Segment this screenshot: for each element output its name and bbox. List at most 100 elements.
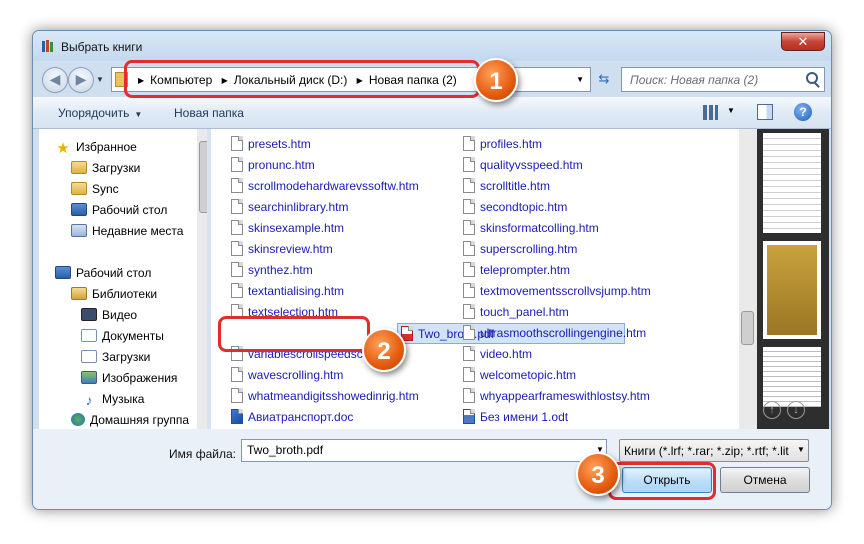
file-list-scrollbar-thumb[interactable] (741, 311, 754, 345)
cancel-button[interactable]: Отмена (720, 467, 810, 493)
file-name: Без имени 1.odt (480, 410, 569, 424)
file-list-scrollbar[interactable] (739, 129, 757, 429)
nav-item-libraries[interactable]: Библиотеки (71, 284, 157, 304)
step-marker-1: 1 (474, 58, 518, 102)
preview-page-thumbnail (763, 241, 821, 339)
nav-item-label: Рабочий стол (76, 266, 152, 280)
file-item[interactable]: skinsreview.htm (231, 239, 333, 260)
file-item[interactable]: wavescrolling.htm (231, 365, 343, 386)
nav-scrollbar-thumb[interactable] (199, 141, 207, 213)
file-item[interactable]: qualityvsspeed.htm (463, 155, 583, 176)
nav-item-label: Загрузки (92, 161, 141, 175)
nav-item-video[interactable]: Видео (81, 305, 137, 325)
html-file-icon (463, 262, 475, 277)
nav-item-favorites[interactable]: ★ Избранное (55, 137, 137, 157)
books-app-icon (42, 40, 53, 52)
title-bar: Выбрать книги ✕ (33, 31, 831, 61)
search-placeholder: Поиск: Новая папка (2) (630, 73, 759, 87)
filename-input[interactable]: Two_broth.pdf (241, 439, 607, 462)
file-item[interactable]: secondtopic.htm (463, 197, 567, 218)
file-item[interactable]: synthez.htm (231, 260, 313, 281)
nav-item-lib-downloads[interactable]: Загрузки (81, 347, 150, 367)
filetype-dropdown-icon[interactable]: ▼ (797, 445, 805, 454)
folder-icon (71, 182, 87, 195)
search-icon (806, 72, 818, 84)
file-item[interactable]: Без имени 1.odt (463, 407, 568, 428)
organize-button[interactable]: Упорядочить ▼ (58, 106, 142, 120)
file-item[interactable]: whatmeandigitsshowedinrig.htm (231, 386, 419, 407)
forward-button[interactable]: ▶ (68, 67, 94, 93)
file-name: searchinlibrary.htm (248, 200, 349, 214)
nav-item-label: Библиотеки (92, 287, 158, 301)
step-marker-3: 3 (576, 452, 620, 496)
file-item[interactable]: pronunc.htm (231, 155, 315, 176)
preview-pane-icon[interactable] (757, 104, 773, 120)
word-file-icon (231, 409, 243, 424)
desktop-icon (55, 266, 71, 279)
html-file-icon (463, 241, 475, 256)
help-button[interactable]: ? (794, 103, 812, 121)
close-button[interactable]: ✕ (781, 32, 825, 51)
file-item[interactable]: scrolltitle.htm (463, 176, 550, 197)
views-dropdown-icon[interactable]: ▼ (727, 106, 735, 115)
nav-item-homegroup[interactable]: Домашняя группа (71, 410, 189, 429)
file-item[interactable]: textantialising.htm (231, 281, 344, 302)
file-name: whyappearframeswithlostsy.htm (480, 389, 650, 403)
file-item[interactable]: welcometopic.htm (463, 365, 576, 386)
refresh-button[interactable]: ⇆ (593, 67, 615, 92)
html-file-icon (463, 220, 475, 235)
file-name: synthez.htm (248, 263, 313, 277)
nav-item-documents[interactable]: Документы (81, 326, 164, 346)
nav-item-desktop[interactable]: Рабочий стол (71, 200, 167, 220)
nav-item-recent-places[interactable]: Недавние места (71, 221, 183, 241)
new-folder-button[interactable]: Новая папка (174, 106, 244, 120)
music-icon: ♪ (85, 392, 93, 408)
file-item[interactable]: teleprompter.htm (463, 260, 570, 281)
nav-item-images[interactable]: Изображения (81, 368, 177, 388)
arrow-down-icon[interactable]: ↓ (787, 401, 805, 419)
html-file-icon (463, 199, 475, 214)
html-file-icon (231, 136, 243, 151)
file-item[interactable]: touch_panel.htm (463, 302, 569, 323)
address-dropdown-icon[interactable]: ▼ (576, 75, 584, 84)
nav-item-label: Избранное (76, 140, 137, 154)
file-name: superscrolling.htm (480, 242, 578, 256)
file-item[interactable]: searchinlibrary.htm (231, 197, 348, 218)
back-button[interactable]: ◀ (42, 67, 68, 93)
nav-item-downloads[interactable]: Загрузки (71, 158, 140, 178)
nav-item-desktop-root[interactable]: Рабочий стол (55, 263, 151, 283)
file-item[interactable]: skinsexample.htm (231, 218, 344, 239)
html-file-icon (231, 388, 243, 403)
file-name: qualityvsspeed.htm (480, 158, 583, 172)
nav-item-label: Документы (102, 329, 164, 343)
html-file-icon (231, 220, 243, 235)
arrow-up-icon[interactable]: ↑ (763, 401, 781, 419)
recent-locations-dropdown[interactable]: ▼ (96, 75, 104, 84)
file-item[interactable]: Авиатранспорт.doc (231, 407, 353, 428)
file-item[interactable]: whyappearframeswithlostsy.htm (463, 386, 650, 407)
preview-pane: ↑ ↓ (757, 129, 829, 429)
file-item[interactable]: skinsformatcolling.htm (463, 218, 599, 239)
filetype-select[interactable]: Книги (*.lrf; *.rar; *.zip; *.rtf; *.lit (619, 439, 809, 462)
nav-item-label: Рабочий стол (92, 203, 168, 217)
views-icon[interactable] (703, 105, 718, 120)
search-input[interactable]: Поиск: Новая папка (2) (621, 67, 825, 92)
html-file-icon (463, 136, 475, 151)
callout-address-highlight (124, 60, 480, 98)
file-item[interactable]: superscrolling.htm (463, 239, 577, 260)
nav-item-label: Изображения (102, 371, 178, 385)
file-item[interactable]: video.htm (463, 344, 532, 365)
file-item[interactable]: scrollmodehardwarevssoftw.htm (231, 176, 419, 197)
file-name: whatmeandigitsshowedinrig.htm (248, 389, 419, 403)
nav-item-label: Недавние места (92, 224, 184, 238)
filename-label: Имя файла: (169, 447, 236, 461)
file-item[interactable]: presets.htm (231, 134, 311, 155)
html-file-icon (463, 283, 475, 298)
nav-item-sync[interactable]: Sync (71, 179, 119, 199)
html-file-icon (231, 367, 243, 382)
nav-item-music[interactable]: ♪ Музыка (81, 389, 145, 409)
file-item[interactable]: textmovementsscrollvsjump.htm (463, 281, 651, 302)
file-name: wavescrolling.htm (248, 368, 344, 382)
file-item[interactable]: ultrasmoothscrollingengine.htm (463, 323, 646, 344)
file-item[interactable]: profiles.htm (463, 134, 542, 155)
